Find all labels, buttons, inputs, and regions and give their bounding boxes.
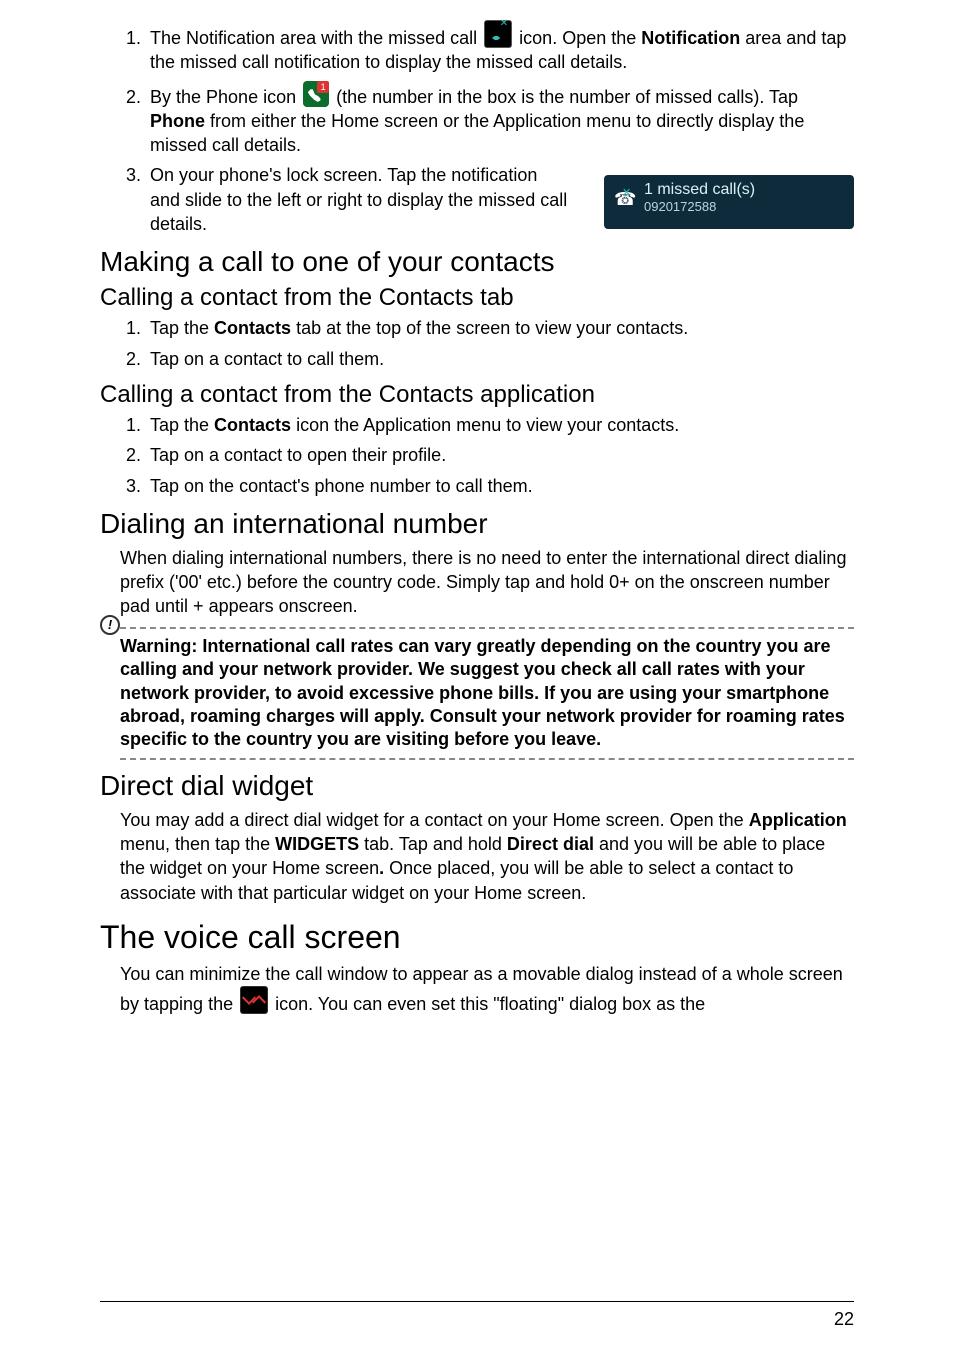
list-item: Tap on a contact to open their profile. <box>146 443 854 467</box>
footer-divider <box>100 1301 854 1302</box>
divider <box>120 627 854 629</box>
missed-call-icon <box>484 20 512 48</box>
heading-voice-call-screen: The voice call screen <box>100 919 854 956</box>
notification-title: 1 missed call(s) <box>644 181 844 199</box>
text: You may add a direct dial widget for a c… <box>120 810 749 830</box>
text-bold: . <box>379 858 384 878</box>
page-number: 22 <box>834 1309 854 1330</box>
list-item: Tap the Contacts tab at the top of the s… <box>146 316 854 340</box>
text: menu, then tap the <box>120 834 275 854</box>
text-bold: Direct dial <box>507 834 594 854</box>
text: icon. Open the <box>519 28 641 48</box>
text-bold: Phone <box>150 111 205 131</box>
text: from either the Home screen or the Appli… <box>150 111 804 155</box>
text-bold: WIDGETS <box>275 834 359 854</box>
paragraph: When dialing international numbers, ther… <box>120 546 854 619</box>
contacts-tab-list: Tap the Contacts tab at the top of the s… <box>100 316 854 371</box>
text-bold: Notification <box>641 28 740 48</box>
text: icon. You can even set this "floating" d… <box>275 994 705 1014</box>
list-item: The Notification area with the missed ca… <box>146 20 854 75</box>
list-item: Tap on a contact to call them. <box>146 347 854 371</box>
shrink-icon <box>240 986 268 1014</box>
list-item: Tap on the contact's phone number to cal… <box>146 474 854 498</box>
text-bold: Contacts <box>214 318 291 338</box>
missed-call-icon: ☎✕ <box>614 189 636 210</box>
warning-block: ! Warning: International call rates can … <box>120 627 854 760</box>
text-bold: Application <box>749 810 847 830</box>
text: Tap the <box>150 415 214 435</box>
warning-icon: ! <box>100 615 120 635</box>
paragraph: You may add a direct dial widget for a c… <box>120 808 854 905</box>
heading-contacts-tab: Calling a contact from the Contacts tab <box>100 284 854 312</box>
text: (the number in the box is the number of … <box>336 87 798 107</box>
list-item: By the Phone icon (the number in the box… <box>146 81 854 158</box>
text: On your phone's lock screen. Tap the not… <box>150 163 570 236</box>
heading-dialing-intl: Dialing an international number <box>100 508 854 540</box>
text: tab at the top of the screen to view you… <box>296 318 688 338</box>
text: tab. Tap and hold <box>364 834 507 854</box>
warning-text: Warning: International call rates can va… <box>120 635 854 752</box>
text-bold: Contacts <box>214 415 291 435</box>
text: icon the Application menu to view your c… <box>296 415 679 435</box>
notification-number: 0920172588 <box>644 199 844 214</box>
heading-direct-dial: Direct dial widget <box>100 770 854 802</box>
divider <box>120 758 854 760</box>
paragraph: You can minimize the call window to appe… <box>120 962 854 1017</box>
missed-call-notification[interactable]: ☎✕ 1 missed call(s) 0920172588 <box>604 175 854 229</box>
contacts-app-list: Tap the Contacts icon the Application me… <box>100 413 854 498</box>
text: By the Phone icon <box>150 87 301 107</box>
text: The Notification area with the missed ca… <box>150 28 482 48</box>
heading-contacts-app: Calling a contact from the Contacts appl… <box>100 381 854 409</box>
text: Tap the <box>150 318 214 338</box>
list-item: Tap the Contacts icon the Application me… <box>146 413 854 437</box>
phone-badge-icon <box>303 81 329 107</box>
heading-making-call: Making a call to one of your contacts <box>100 246 854 278</box>
